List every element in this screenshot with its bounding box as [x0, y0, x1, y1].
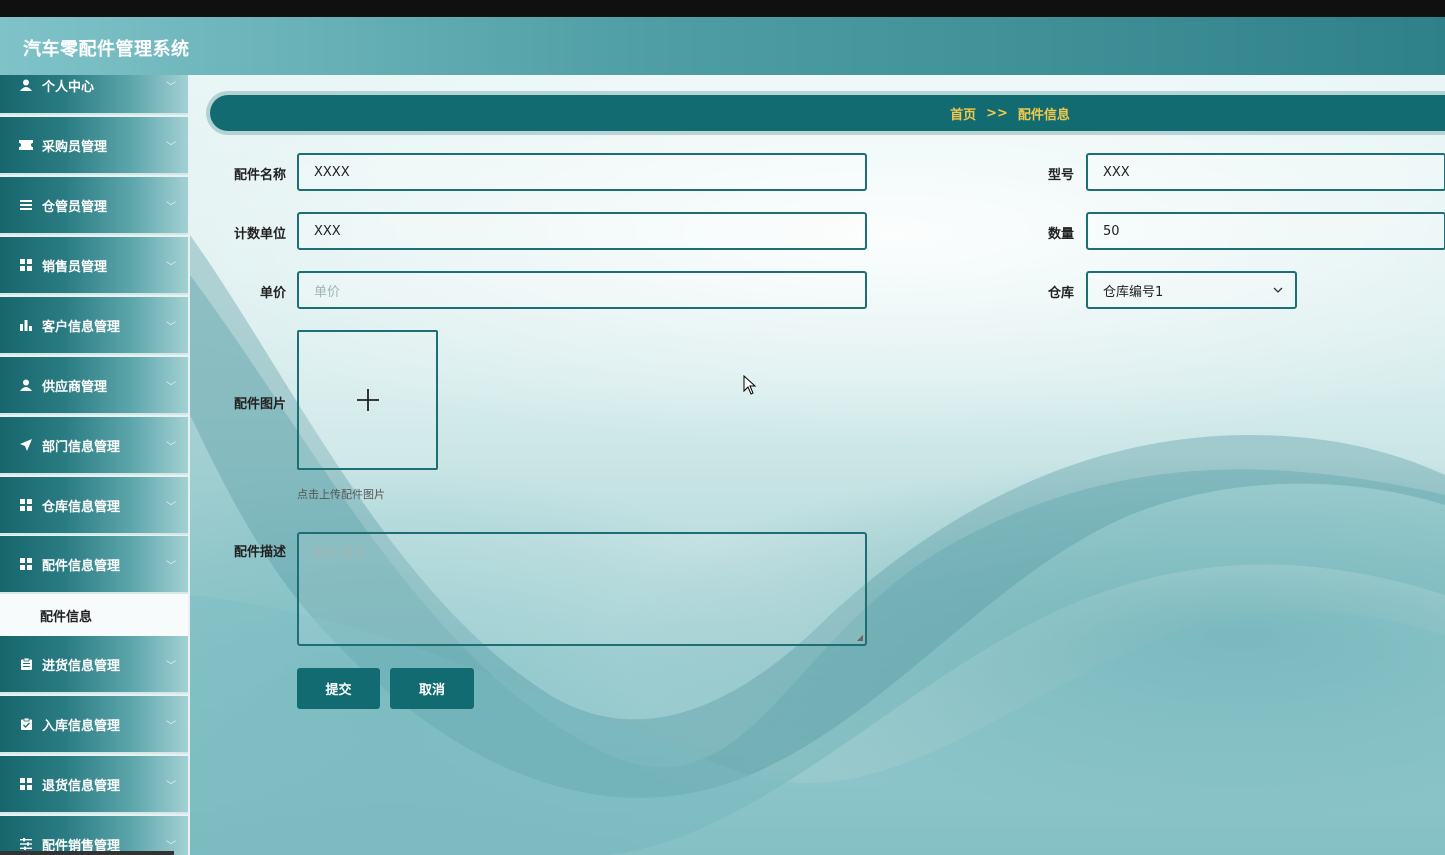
quantity-input[interactable]: 50 — [1086, 212, 1445, 250]
breadcrumb-current: 配件信息 — [1017, 107, 1070, 123]
user-icon — [18, 75, 34, 113]
sidebar-item-label: 配件销售管理 — [42, 838, 121, 854]
sidebar: 个人中心 ﹀ 采购员管理 ﹀ 仓管员管理 ﹀ 销售员管理 ﹀ 客户信息管理 ﹀ … — [0, 75, 190, 855]
breadcrumb: 首页 >> 配件信息 — [210, 95, 1445, 131]
chevron-down-icon: ﹀ — [166, 381, 176, 393]
sidebar-item-label: 部门信息管理 — [42, 439, 121, 455]
image-label: 配件图片 — [233, 397, 286, 412]
bar-chart-icon — [18, 297, 34, 353]
breadcrumb-separator: >> — [986, 105, 1008, 121]
warehouse-select[interactable]: 仓库编号1 — [1086, 271, 1297, 309]
model-label: 型号 — [1047, 168, 1074, 183]
sidebar-item-label: 个人中心 — [42, 79, 95, 95]
sidebar-item-purchase[interactable]: 进货信息管理 ﹀ — [0, 636, 188, 694]
warehouse-label: 仓库 — [1047, 286, 1074, 301]
sidebar-item-supplier[interactable]: 供应商管理 ﹀ — [0, 357, 188, 415]
chevron-down-icon: ﹀ — [166, 441, 176, 453]
sidebar-item-label: 入库信息管理 — [42, 718, 121, 734]
plus-icon — [356, 389, 379, 411]
app-header: 汽车零配件管理系统 — [0, 17, 1445, 75]
sidebar-item-label: 配件信息管理 — [42, 558, 121, 574]
resize-handle-icon[interactable]: ◢ — [857, 633, 863, 642]
sidebar-item-salesperson[interactable]: 销售员管理 ﹀ — [0, 237, 188, 295]
grid-icon — [18, 536, 34, 592]
unit-label: 计数单位 — [233, 227, 286, 242]
chevron-down-icon: ﹀ — [166, 141, 176, 153]
price-input[interactable]: 单价 — [297, 271, 867, 309]
sidebar-item-label: 退货信息管理 — [42, 778, 121, 794]
chevron-down-icon: ﹀ — [166, 81, 176, 93]
chevron-down-icon: ﹀ — [166, 560, 176, 572]
app-title: 汽车零配件管理系统 — [23, 39, 190, 60]
description-placeholder: 配件描述 — [314, 546, 367, 561]
sidebar-item-label: 仓管员管理 — [42, 199, 108, 215]
warehouse-select-value: 仓库编号1 — [1103, 284, 1164, 300]
clipboard-icon — [18, 636, 34, 692]
grid-icon — [18, 237, 34, 293]
sidebar-item-department[interactable]: 部门信息管理 ﹀ — [0, 417, 188, 475]
chevron-down-icon: ﹀ — [166, 660, 176, 672]
sidebar-item-stock-in[interactable]: 入库信息管理 ﹀ — [0, 696, 188, 754]
quantity-label: 数量 — [1047, 227, 1074, 242]
clipboard-check-icon — [18, 696, 34, 752]
chevron-down-icon: ﹀ — [166, 840, 176, 852]
sliders-icon — [18, 816, 34, 855]
sidebar-item-label: 仓库信息管理 — [42, 499, 121, 515]
main-content: 首页 >> 配件信息 配件名称 XXXX 型号 XXX 计数单位 XXX 数量 … — [190, 75, 1445, 855]
sidebar-item-purchaser[interactable]: 采购员管理 ﹀ — [0, 117, 188, 175]
mouse-cursor-icon — [743, 375, 757, 395]
breadcrumb-home[interactable]: 首页 — [950, 104, 976, 123]
sidebar-item-label: 销售员管理 — [42, 259, 108, 275]
chevron-down-icon: ﹀ — [166, 720, 176, 732]
model-input[interactable]: XXX — [1086, 153, 1445, 191]
sidebar-item-label: 客户信息管理 — [42, 319, 121, 335]
os-top-bar — [0, 0, 1445, 17]
chevron-down-icon: ﹀ — [166, 780, 176, 792]
sidebar-item-label: 采购员管理 — [42, 139, 108, 155]
paper-plane-icon — [18, 417, 34, 473]
sidebar-scrollbar[interactable] — [0, 851, 174, 855]
description-textarea[interactable]: 配件描述 ◢ — [297, 532, 867, 646]
unit-input[interactable]: XXX — [297, 212, 867, 250]
sidebar-item-customer[interactable]: 客户信息管理 ﹀ — [0, 297, 188, 355]
sidebar-item-label: 进货信息管理 — [42, 658, 121, 674]
ticket-icon — [18, 117, 34, 173]
chevron-down-icon: ﹀ — [166, 501, 176, 513]
submit-button[interactable]: 提交 — [297, 668, 380, 709]
grid-icon — [18, 756, 34, 812]
list-icon — [18, 177, 34, 233]
grid-icon — [18, 477, 34, 533]
sidebar-item-parts[interactable]: 配件信息管理 ﹀ — [0, 536, 188, 594]
sidebar-subitem-parts-info[interactable]: 配件信息 — [0, 594, 188, 636]
sidebar-item-parts-sales[interactable]: 配件销售管理 ﹀ — [0, 816, 188, 855]
image-upload[interactable] — [297, 330, 438, 470]
chevron-down-icon: ﹀ — [166, 201, 176, 213]
breadcrumb-bar: 首页 >> 配件信息 — [210, 95, 1445, 131]
desc-label: 配件描述 — [233, 545, 286, 560]
chevron-down-icon: ﹀ — [166, 321, 176, 333]
image-upload-tip: 点击上传配件图片 — [297, 488, 385, 501]
user-icon — [18, 357, 34, 413]
sidebar-item-warehouse[interactable]: 仓库信息管理 ﹀ — [0, 477, 188, 535]
name-label: 配件名称 — [233, 168, 286, 183]
sidebar-item-personal-center[interactable]: 个人中心 ﹀ — [0, 75, 188, 115]
part-name-input[interactable]: XXXX — [297, 153, 867, 191]
price-label: 单价 — [259, 286, 286, 301]
cancel-button[interactable]: 取消 — [390, 668, 474, 709]
chevron-down-icon: ﹀ — [166, 261, 176, 273]
sidebar-item-label: 供应商管理 — [42, 379, 108, 395]
sidebar-item-returns[interactable]: 退货信息管理 ﹀ — [0, 756, 188, 814]
sidebar-item-warehouse-keeper[interactable]: 仓管员管理 ﹀ — [0, 177, 188, 235]
chevron-down-icon — [1273, 273, 1283, 307]
